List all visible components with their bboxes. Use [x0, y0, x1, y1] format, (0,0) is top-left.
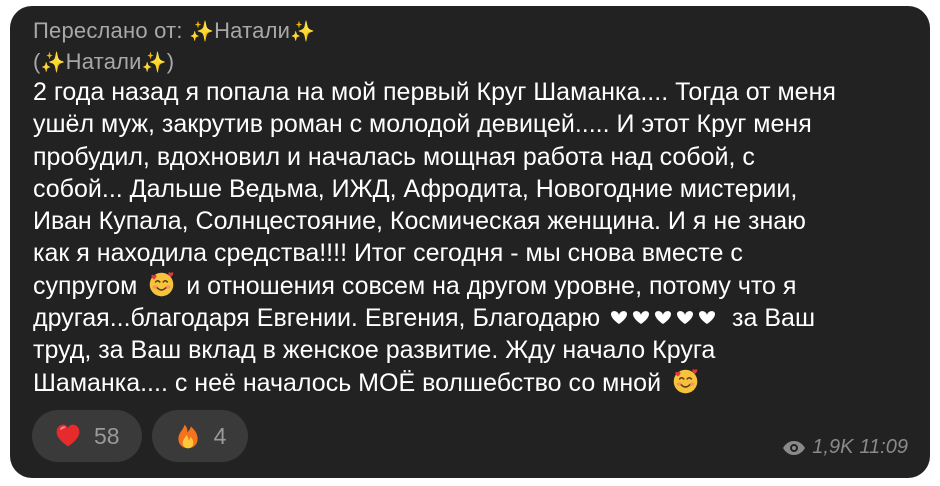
message-time: 11:09 [859, 436, 908, 458]
views-count: 1,9K [812, 436, 854, 458]
smiling-face-with-hearts-icon [149, 272, 174, 297]
reaction-heart-button[interactable]: 58 [32, 410, 142, 462]
message-fragment: другая...благодаря Евгении. Евгения, Бла… [33, 304, 601, 333]
forwarded-author-line: (✨Натали✨) [33, 47, 315, 78]
message-line: Иван Купала, Солнцестояние, Космическая … [33, 207, 806, 236]
message-bubble[interactable]: Переслано от: ✨Натали✨ (✨Натали✨) 2 года… [10, 6, 930, 478]
forwarded-prefix: Переслано от: [33, 18, 183, 43]
message-line: труд, за Ваш вклад в женское развитие. Ж… [33, 336, 716, 365]
sparkles-icon: ✨ [141, 52, 167, 74]
message-line: как я находила средства!!!! Итог сегодня… [33, 239, 743, 268]
sparkles-icon: ✨ [188, 21, 215, 43]
message-line: другая...благодаря Евгении. Евгения, Бла… [33, 302, 918, 334]
eye-icon [783, 440, 806, 455]
message-line: 2 года назад я попала на мой первый Круг… [33, 78, 836, 106]
message-fragment: Шаманка.... с неё началось МОЁ волшебств… [33, 368, 662, 397]
message-fragment: супругом [33, 271, 138, 300]
reactions-bar: 58 4 [32, 410, 249, 462]
forwarded-name: Натали [214, 18, 291, 43]
message-line: собой... Дальше Ведьма, ИЖД, Афродита, Н… [33, 174, 798, 203]
forwarded-header[interactable]: Переслано от: ✨Натали✨ (✨Натали✨) [33, 16, 315, 78]
message-line: пробудил, вдохновил и началась мощная ра… [33, 142, 755, 171]
reaction-count: 4 [213, 422, 227, 449]
message-line: Шаманка.... с неё началось МОЁ волшебств… [33, 367, 918, 399]
message-meta: 1,9K 11:09 [782, 436, 908, 459]
message-text: 2 года назад я попала на мой первый Круг… [33, 76, 918, 399]
reaction-count: 58 [94, 422, 120, 449]
sparkles-icon: ✨ [290, 21, 316, 43]
message-fragment: и отношения совсем на другом уровне, пот… [186, 271, 797, 300]
fire-icon [177, 424, 198, 449]
smiling-face-with-hearts-icon [673, 368, 698, 393]
sparkles-icon: ✨ [40, 52, 66, 74]
message-line: ушёл муж, закрутив роман с молодой девиц… [33, 110, 812, 139]
red-heart-icon [56, 424, 80, 447]
paren-close: ) [166, 49, 175, 74]
reaction-fire-button[interactable]: 4 [151, 410, 249, 462]
forwarded-author-name: Натали [65, 49, 142, 74]
message-line: супругом и отношения совсем на другом ур… [33, 270, 918, 302]
black-hearts-icon [607, 309, 725, 329]
forwarded-from-line: Переслано от: ✨Натали✨ [33, 16, 315, 47]
paren-open: ( [33, 49, 41, 74]
message-fragment: за Ваш [732, 304, 815, 333]
